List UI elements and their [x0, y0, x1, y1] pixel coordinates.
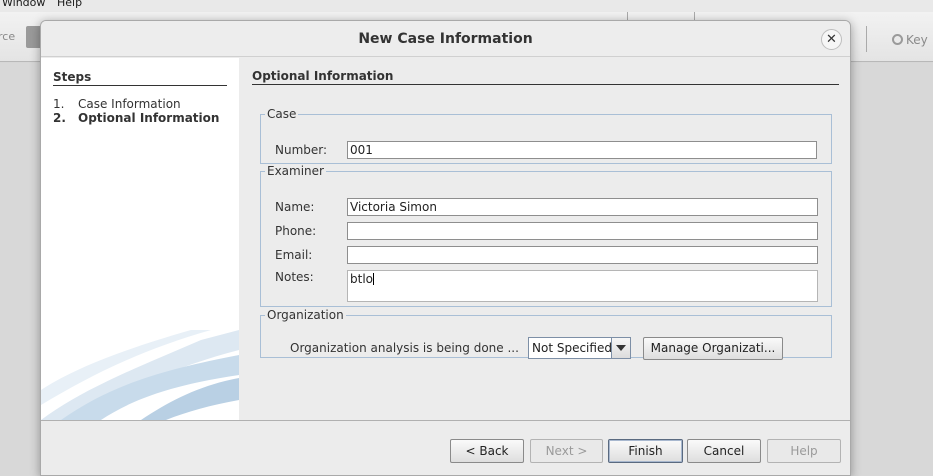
case-group-legend: Case — [267, 107, 297, 121]
text-cursor — [373, 273, 374, 285]
organization-label: Organization analysis is being done ... — [290, 341, 519, 355]
examiner-notes-label: Notes: — [275, 270, 314, 284]
manage-organization-button[interactable]: Manage Organizati... — [643, 337, 783, 360]
close-icon: ✕ — [826, 32, 837, 47]
step-item-case-information: 1. Case Information — [53, 97, 181, 111]
menu-window[interactable]: Window — [2, 0, 45, 9]
app-menubar: Window Help — [0, 0, 933, 12]
finish-button[interactable]: Finish — [608, 439, 683, 463]
toolbar-item-label: rce — [0, 30, 16, 43]
keyword-search[interactable]: Key — [892, 33, 928, 47]
case-group: Case Number: 001 — [260, 107, 832, 164]
search-icon — [892, 34, 903, 45]
content-panel: Optional Information Case Number: 001 Ex… — [239, 58, 850, 420]
examiner-group: Examiner Name: Victoria Simon Phone: Ema… — [260, 164, 832, 307]
step-item-optional-information: 2. Optional Information — [53, 111, 219, 125]
examiner-notes-text: btlo — [350, 272, 373, 286]
case-number-field[interactable]: 001 — [347, 141, 817, 159]
dialog-footer: < Back Next > Finish Cancel Help — [41, 421, 850, 475]
organization-group-legend: Organization — [267, 308, 344, 322]
case-number-label: Number: — [275, 143, 328, 157]
steps-panel: Steps 1. Case Information 2. Optional Info… — [41, 58, 239, 420]
help-button[interactable]: Help — [767, 439, 841, 463]
menu-help[interactable]: Help — [57, 0, 82, 9]
organization-selected-value: Not Specified — [532, 341, 612, 355]
toolbar-divider — [866, 26, 867, 52]
steps-divider — [53, 85, 227, 86]
keyword-search-label: Key — [906, 33, 928, 47]
examiner-name-field[interactable]: Victoria Simon — [347, 198, 818, 216]
wizard-swoosh-graphic — [41, 330, 239, 420]
dialog-titlebar: New Case Information ✕ — [41, 21, 850, 57]
cancel-button[interactable]: Cancel — [687, 439, 761, 463]
examiner-name-label: Name: — [275, 200, 315, 214]
examiner-group-legend: Examiner — [267, 164, 324, 178]
organization-select[interactable]: Not Specified — [528, 337, 631, 359]
section-heading: Optional Information — [252, 69, 394, 83]
close-button[interactable]: ✕ — [821, 29, 842, 50]
step-label: Case Information — [78, 97, 181, 111]
step-number: 2. — [53, 111, 66, 125]
examiner-phone-field[interactable] — [347, 222, 818, 240]
examiner-email-field[interactable] — [347, 246, 818, 264]
chevron-down-icon[interactable] — [611, 338, 630, 358]
dialog-title: New Case Information — [358, 31, 533, 47]
examiner-notes-field[interactable]: btlo — [347, 270, 818, 302]
steps-title: Steps — [53, 70, 92, 84]
examiner-email-label: Email: — [275, 248, 313, 262]
organization-group: Organization Organization analysis is be… — [260, 308, 832, 360]
examiner-phone-label: Phone: — [275, 224, 317, 238]
back-button[interactable]: < Back — [450, 439, 524, 463]
step-label: Optional Information — [78, 111, 220, 125]
new-case-dialog: New Case Information ✕ Steps 1. Case Info… — [40, 20, 851, 476]
step-number: 1. — [53, 97, 65, 111]
section-divider — [252, 84, 839, 85]
next-button[interactable]: Next > — [530, 439, 603, 463]
